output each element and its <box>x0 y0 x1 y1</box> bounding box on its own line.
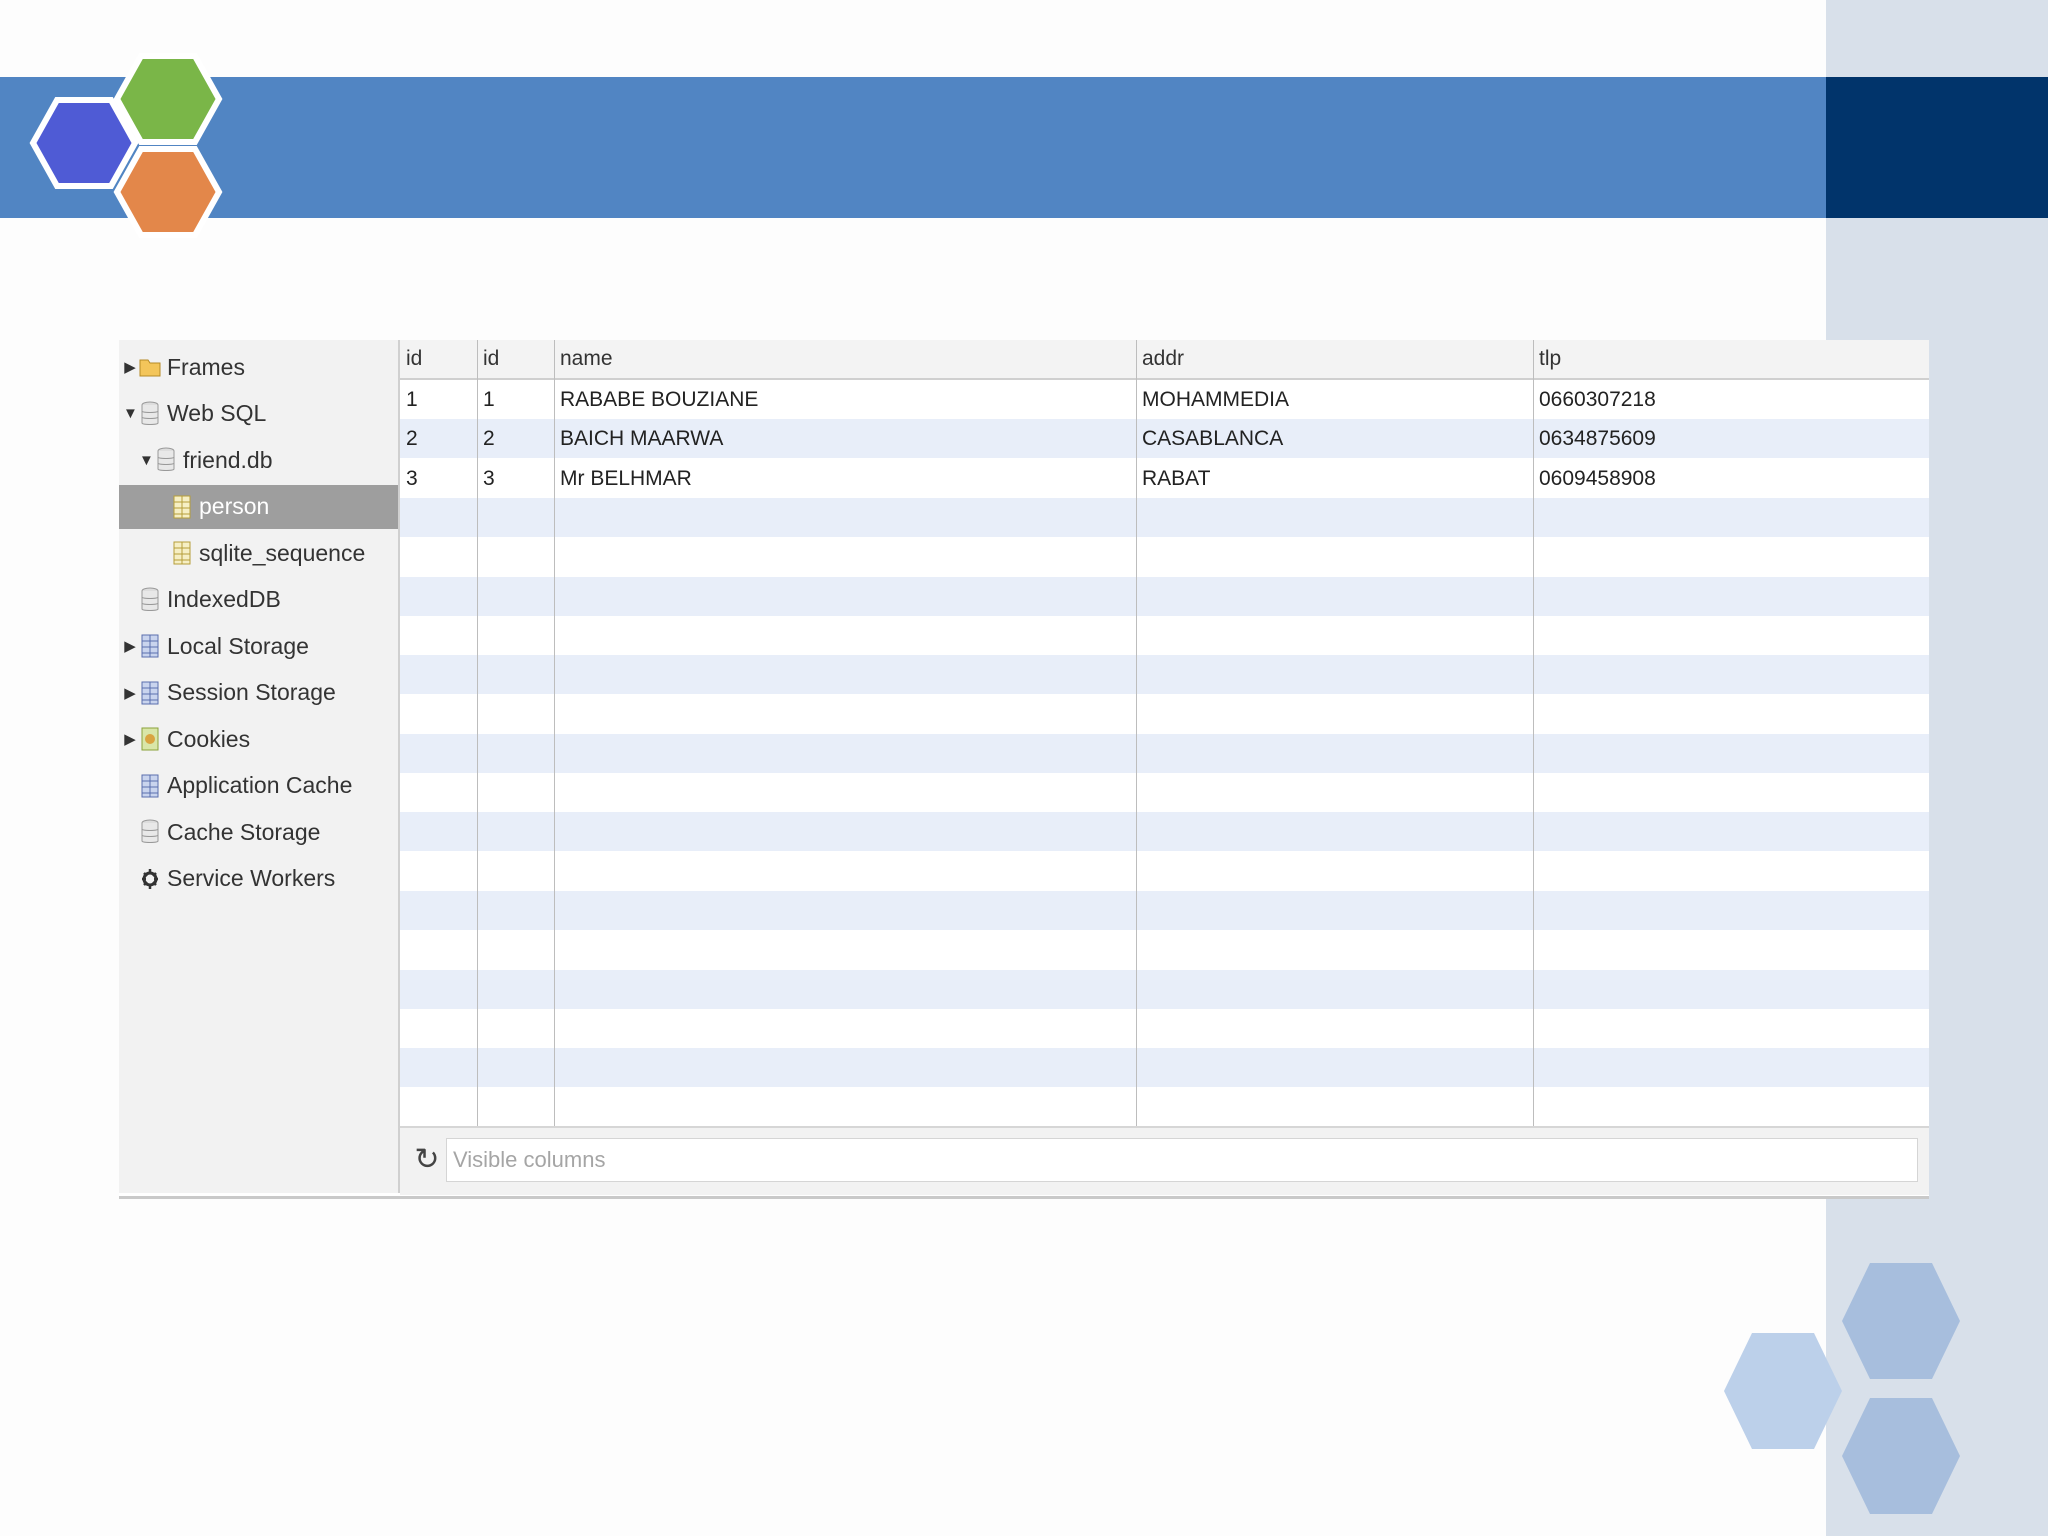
grid-storage-icon <box>139 632 161 660</box>
grid-toolbar: ↻ <box>400 1126 1929 1195</box>
decorative-hexagons-icon <box>1724 1263 1960 1514</box>
cookie-icon <box>139 725 161 753</box>
cell-id: 2 <box>406 427 418 451</box>
cell-tlp: 0609458908 <box>1539 466 1656 490</box>
slide-header-band-dark <box>1826 77 2048 218</box>
cell-tlp: 0634875609 <box>1539 427 1656 451</box>
devtools-application-panel: ▶ Frames ▼ Web SQL ▼ friend.db person sqlite_se… <box>119 340 1929 1199</box>
cell-name: RABABE BOUZIANE <box>560 388 759 411</box>
column-divider[interactable] <box>554 340 555 1126</box>
column-header-id[interactable]: id <box>400 340 477 378</box>
cell-name: BAICH MAARWA <box>560 427 724 451</box>
cell-id: 3 <box>483 466 495 490</box>
database-icon <box>155 446 177 474</box>
expand-right-icon[interactable]: ▶ <box>123 637 137 655</box>
sidebar-item-label: Local Storage <box>167 632 309 659</box>
empty-row <box>400 852 1929 891</box>
expand-right-icon[interactable]: ▶ <box>123 358 137 376</box>
sidebar-item-label: Application Cache <box>167 772 353 798</box>
empty-row <box>400 733 1929 773</box>
sidebar-item-label: Frames <box>167 353 245 380</box>
sidebar-item-local-storage[interactable]: ▶ Local Storage <box>119 624 398 668</box>
database-icon <box>139 400 161 428</box>
column-divider[interactable] <box>1136 340 1137 1126</box>
cell-tlp: 0660307218 <box>1539 388 1656 411</box>
cell-id: 3 <box>406 466 418 490</box>
gear-icon <box>139 865 161 893</box>
sidebar-item-label: IndexedDB <box>167 586 281 612</box>
database-icon <box>139 586 161 614</box>
sidebar-item-cache-storage[interactable]: Cache Storage <box>119 810 398 854</box>
empty-row <box>400 969 1929 1009</box>
empty-row <box>400 497 1929 537</box>
expand-right-icon[interactable]: ▶ <box>123 730 137 748</box>
sidebar-item-frames[interactable]: ▶ Frames <box>119 345 398 389</box>
sidebar-item-label: Session Storage <box>167 679 336 705</box>
sidebar-item-label: friend.db <box>183 446 273 473</box>
column-header-tlp[interactable]: tlp <box>1533 340 1929 378</box>
sidebar-item-application-cache[interactable]: Application Cache <box>119 764 398 808</box>
sidebar-item-label: person <box>199 493 270 519</box>
cell-addr: MOHAMMEDIA <box>1142 388 1289 411</box>
sidebar-item-label: Service Workers <box>167 865 336 891</box>
sidebar-item-service-workers[interactable]: Service Workers <box>119 857 398 901</box>
cell-name: Mr BELHMAR <box>560 466 692 490</box>
cell-addr: CASABLANCA <box>1142 427 1284 451</box>
empty-row <box>400 694 1929 733</box>
table-row[interactable]: 1 1 RABABE BOUZIANE MOHAMMEDIA 0660307218 <box>400 380 1929 419</box>
grid-storage-icon <box>139 679 161 707</box>
refresh-icon[interactable]: ↻ <box>412 1142 442 1178</box>
visible-columns-input[interactable] <box>446 1138 1918 1182</box>
empty-row <box>400 1009 1929 1048</box>
cell-id: 1 <box>406 388 418 411</box>
empty-row <box>400 537 1929 576</box>
sidebar-item-label: Cookies <box>167 725 251 752</box>
empty-row <box>400 1048 1929 1088</box>
hexagon-logo-icon <box>29 53 223 238</box>
empty-row <box>400 616 1929 655</box>
cell-id: 2 <box>483 427 495 451</box>
table-row[interactable]: 3 3 Mr BELHMAR RABAT 0609458908 <box>400 459 1929 498</box>
folder-icon <box>139 353 161 381</box>
expand-down-icon[interactable]: ▼ <box>139 452 154 469</box>
empty-row <box>400 1087 1929 1126</box>
sidebar-item-web-sql[interactable]: ▼ Web SQL <box>119 392 398 436</box>
column-header-name[interactable]: name <box>554 340 1136 378</box>
slide-header-band <box>0 77 1826 218</box>
data-grid: id id name addr tlp 1 1 RABABE BOUZIANE MOHAMME… <box>400 340 1929 1126</box>
column-divider[interactable] <box>1533 340 1534 1126</box>
sidebar-item-friend-db[interactable]: ▼ friend.db <box>119 438 398 482</box>
grid-header: id id name addr tlp <box>400 340 1929 380</box>
sidebar-item-indexeddb[interactable]: IndexedDB <box>119 578 398 622</box>
sidebar-item-label: Web SQL <box>167 400 267 426</box>
expand-right-icon[interactable]: ▶ <box>123 684 137 702</box>
empty-row <box>400 930 1929 969</box>
expand-down-icon[interactable]: ▼ <box>123 405 138 422</box>
sidebar-item-sqlite-sequence[interactable]: sqlite_sequence <box>119 531 398 575</box>
empty-row <box>400 773 1929 812</box>
empty-row <box>400 890 1929 930</box>
empty-row <box>400 812 1929 852</box>
column-divider[interactable] <box>477 340 478 1126</box>
cell-id: 1 <box>483 388 495 411</box>
sidebar-item-cookies[interactable]: ▶ Cookies <box>119 717 398 761</box>
grid-storage-icon <box>139 772 161 800</box>
empty-row <box>400 655 1929 695</box>
column-header-addr[interactable]: addr <box>1136 340 1533 378</box>
sidebar-item-person[interactable]: person <box>119 484 398 529</box>
sidebar-item-session-storage[interactable]: ▶ Session Storage <box>119 671 398 715</box>
table-icon <box>171 539 193 567</box>
table-icon <box>171 493 193 521</box>
cell-addr: RABAT <box>1142 466 1211 490</box>
database-icon <box>139 818 161 846</box>
column-header-id[interactable]: id <box>477 340 554 378</box>
sidebar-item-label: Cache Storage <box>167 818 321 845</box>
table-row[interactable]: 2 2 BAICH MAARWA CASABLANCA 0634875609 <box>400 419 1929 459</box>
sidebar-item-label: sqlite_sequence <box>199 539 366 566</box>
resources-sidebar: ▶ Frames ▼ Web SQL ▼ friend.db person sqlite_se… <box>119 340 400 1193</box>
empty-row <box>400 576 1929 616</box>
